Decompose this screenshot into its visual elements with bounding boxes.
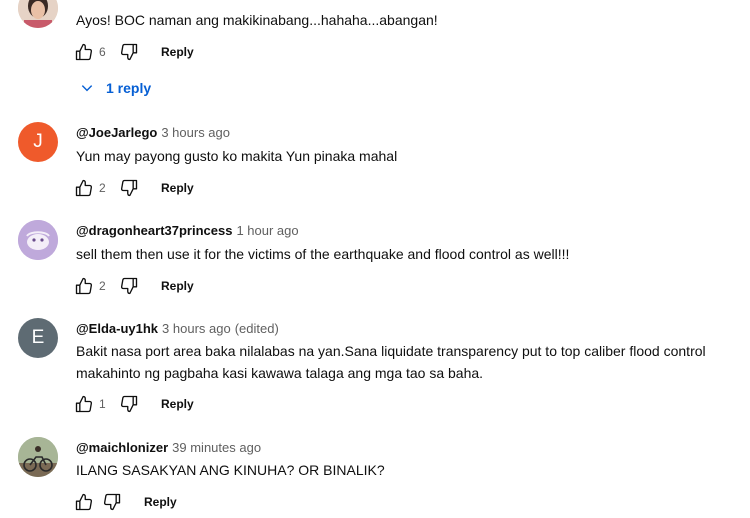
comment-text: sell them then use it for the victims of… <box>76 246 570 262</box>
dislike-button[interactable] <box>117 176 141 200</box>
like-count: 2 <box>99 181 106 195</box>
avatar-photo <box>18 220 58 260</box>
timestamp[interactable]: 39 minutes ago <box>172 440 261 455</box>
timestamp[interactable]: 1 hour ago <box>236 223 298 238</box>
reply-button[interactable]: Reply <box>161 45 194 59</box>
avatar-photo <box>18 437 58 477</box>
avatar[interactable] <box>18 437 58 477</box>
timestamp[interactable]: 3 hours ago <box>161 125 230 140</box>
comment-actions: 1 Reply <box>72 392 194 416</box>
like-count: 2 <box>99 279 106 293</box>
like-button[interactable] <box>72 490 96 514</box>
comment-actions: 6 Reply <box>72 40 194 64</box>
avatar[interactable] <box>18 220 58 260</box>
comment-header: @JoeJarlego 3 hours ago <box>76 125 230 140</box>
edited-label: (edited) <box>234 321 279 336</box>
comment-header: @Elda-uy1hk 3 hours ago (edited) <box>76 321 279 336</box>
comment-header: @maichlonizer 39 minutes ago <box>76 440 261 455</box>
chevron-down-icon <box>81 85 93 92</box>
comment-text: Bakit nasa port area baka nilalabas na y… <box>76 343 706 381</box>
reply-button[interactable]: Reply <box>161 279 194 293</box>
comment-text: Ayos! BOC naman ang makikinabang...hahah… <box>76 12 438 28</box>
avatar-photo <box>18 0 58 28</box>
avatar[interactable]: J <box>18 122 58 162</box>
like-button[interactable] <box>72 40 96 64</box>
avatar-letter: E <box>31 327 45 348</box>
reply-button[interactable]: Reply <box>161 181 194 195</box>
comment-header: @dragonheart37princess 1 hour ago <box>76 223 299 238</box>
like-count: 1 <box>99 397 106 411</box>
comment-actions: 2 Reply <box>72 176 194 200</box>
avatar-letter: J <box>33 131 43 152</box>
comment-actions: 2 Reply <box>72 274 194 298</box>
dislike-button[interactable] <box>100 490 124 514</box>
avatar[interactable]: E <box>18 318 58 358</box>
dislike-button[interactable] <box>117 40 141 64</box>
view-replies-button[interactable]: 1 reply <box>80 78 151 98</box>
thumbs-down-icon <box>120 277 138 295</box>
like-button[interactable] <box>72 392 96 416</box>
thumbs-up-icon <box>75 43 93 61</box>
thumbs-down-icon <box>120 43 138 61</box>
dislike-button[interactable] <box>117 274 141 298</box>
timestamp[interactable]: 3 hours ago <box>162 321 231 336</box>
comment-text: Yun may payong gusto ko makita Yun pinak… <box>76 148 398 164</box>
author-handle[interactable]: @dragonheart37princess <box>76 223 232 238</box>
avatar[interactable] <box>18 0 58 28</box>
like-button[interactable] <box>72 176 96 200</box>
reply-button[interactable]: Reply <box>161 397 194 411</box>
author-handle[interactable]: @Elda-uy1hk <box>76 321 158 336</box>
comment-actions: Reply <box>72 490 177 514</box>
thumbs-down-icon <box>103 493 121 511</box>
dislike-button[interactable] <box>117 392 141 416</box>
like-count: 6 <box>99 45 106 59</box>
thumbs-up-icon <box>75 277 93 295</box>
reply-button[interactable]: Reply <box>144 495 177 509</box>
thumbs-up-icon <box>75 395 93 413</box>
thumbs-up-icon <box>75 493 93 511</box>
author-handle[interactable]: @maichlonizer <box>76 440 168 455</box>
like-button[interactable] <box>72 274 96 298</box>
thumbs-down-icon <box>120 179 138 197</box>
comment-text: ILANG SASAKYAN ANG KINUHA? OR BINALIK? <box>76 462 385 478</box>
thumbs-up-icon <box>75 179 93 197</box>
replies-count-label: 1 reply <box>106 80 152 96</box>
author-handle[interactable]: @JoeJarlego <box>76 125 157 140</box>
thumbs-down-icon <box>120 395 138 413</box>
